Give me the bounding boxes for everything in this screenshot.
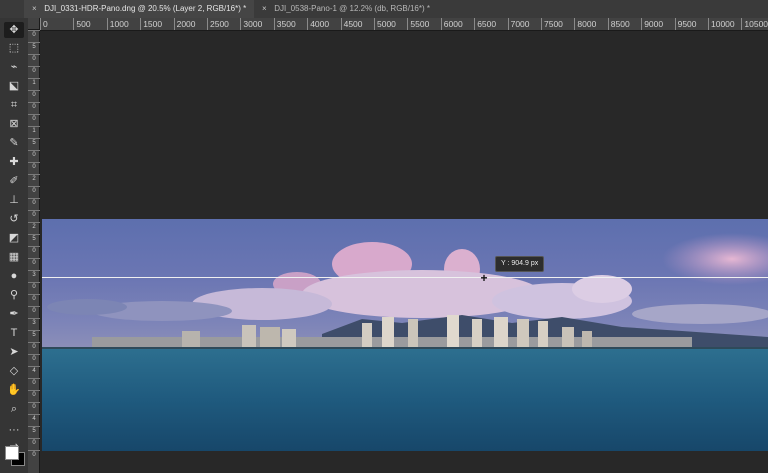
ruler-tick-label: 3: [28, 318, 40, 327]
ruler-tick-label: 0: [28, 90, 40, 99]
zoom-tool-icon[interactable]: ⌕: [4, 401, 24, 417]
ruler-tick-label: 0: [28, 66, 40, 75]
move-tool-icon[interactable]: ✥: [4, 22, 24, 38]
ruler-tick-label: 2: [28, 222, 40, 231]
ruler-tick-label: 0: [28, 390, 40, 399]
ruler-tick-label: 8000: [574, 18, 596, 30]
ruler-tick-label: 7500: [541, 18, 563, 30]
move-cursor-icon: +: [480, 271, 488, 285]
panorama-image[interactable]: [42, 219, 768, 451]
ruler-tick-label: 9000: [641, 18, 663, 30]
ruler-tick-label: 0: [28, 246, 40, 255]
horizontal-ruler[interactable]: 0 500 1000 1500 2000 2500 3000 3500 4000 4500 5000…: [40, 18, 768, 31]
eyedropper-tool-icon[interactable]: ✎: [4, 135, 24, 151]
ruler-tick-label: 0: [28, 402, 40, 411]
ruler-tick-label: 0: [28, 198, 40, 207]
crop-tool-icon[interactable]: ⌗: [4, 97, 24, 113]
ruler-tick-label: 1000: [106, 18, 129, 30]
ruler-tick-label: 4000: [307, 18, 329, 30]
ruler-tick-label: 0: [40, 18, 48, 30]
ruler-tick-label: 2000: [173, 18, 196, 30]
tools-panel: ✥⬚⌁⬕⌗⊠✎✚✐⊥↺◩▦●⚲✒T➤◇✋⌕···⇄: [0, 18, 29, 473]
document-tab-bar: × DJI_0331-HDR-Pano.dng @ 20.5% (Layer 2…: [0, 0, 768, 19]
foreground-color-swatch[interactable]: [5, 446, 19, 460]
ruler-tick-label: 0: [28, 306, 40, 315]
tab-label: DJI_0331-HDR-Pano.dng @ 20.5% (Layer 2, …: [44, 4, 247, 13]
type-tool-icon[interactable]: T: [4, 325, 24, 341]
ruler-tick-label: 0: [28, 354, 40, 363]
ruler-tick-label: 0: [28, 258, 40, 267]
ruler-tick-label: 0: [28, 342, 40, 351]
ruler-tick-label: 0: [28, 378, 40, 387]
ruler-tick-label: 8500: [607, 18, 630, 30]
ruler-tick-label: 0: [28, 162, 40, 171]
ruler-tick-label: 0: [28, 282, 40, 291]
ruler-tick-label: 7000: [507, 18, 530, 30]
ruler-tick-label: 0: [28, 114, 40, 123]
ruler-tick-label: 0: [28, 450, 40, 459]
ruler-tick-label: 5: [28, 138, 40, 147]
more-tools-icon[interactable]: ···: [4, 422, 24, 438]
shape-tool-icon[interactable]: ◇: [4, 363, 24, 379]
frame-tool-icon[interactable]: ⊠: [4, 116, 24, 132]
ruler-tick-label: 0: [28, 438, 40, 447]
ruler-tick-label: 1: [28, 126, 40, 135]
ruler-tick-label: 2500: [207, 18, 229, 30]
vertical-ruler[interactable]: 0 5 0 0 1 0 0 0 1 5 0 0 2 0 0 0 2 5 0 0 3 0 0 0 3 5 0 0 4 0 0 0 4 5 0 0: [28, 30, 40, 473]
panorama-photo: [42, 219, 768, 451]
guide-position-tooltip: Y : 904.9 px: [495, 256, 545, 272]
pen-tool-icon[interactable]: ✒: [4, 306, 24, 322]
horizontal-guide-line[interactable]: [42, 277, 768, 278]
ruler-tick-label: 10500: [741, 18, 768, 30]
blur-tool-icon[interactable]: ●: [4, 268, 24, 284]
ruler-tick-label: 5000: [374, 18, 396, 30]
lasso-tool-icon[interactable]: ⌁: [4, 59, 24, 75]
brush-tool-icon[interactable]: ✐: [4, 173, 24, 189]
stamp-tool-icon[interactable]: ⊥: [4, 192, 24, 208]
tab-dji-0331-hdr-pano[interactable]: × DJI_0331-HDR-Pano.dng @ 20.5% (Layer 2…: [24, 0, 254, 18]
ruler-tick-label: 6000: [440, 18, 463, 30]
object-select-tool-icon[interactable]: ⬕: [4, 78, 24, 94]
tab-close-icon[interactable]: ×: [262, 0, 272, 18]
ruler-tick-label: 0: [28, 210, 40, 219]
ruler-tick-label: 5500: [407, 18, 429, 30]
tab-close-icon[interactable]: ×: [32, 0, 42, 18]
ruler-tick-label: 0: [28, 102, 40, 111]
ruler-tick-label: 5: [28, 330, 40, 339]
ruler-tick-label: 4: [28, 366, 40, 375]
path-select-tool-icon[interactable]: ➤: [4, 344, 24, 360]
ruler-tick-label: 3000: [240, 18, 262, 30]
ruler-tick-label: 2: [28, 174, 40, 183]
hand-tool-icon[interactable]: ✋: [4, 382, 24, 398]
ruler-tick-label: 10000: [708, 18, 735, 30]
gradient-tool-icon[interactable]: ▦: [4, 249, 24, 265]
ruler-tick-label: 0: [28, 186, 40, 195]
ruler-tick-label: 3: [28, 270, 40, 279]
canvas-pasteboard-bottom[interactable]: [42, 451, 768, 473]
ruler-tick-label: 5: [28, 426, 40, 435]
ruler-tick-label: 3500: [273, 18, 296, 30]
ruler-tick-label: 500: [73, 18, 91, 30]
ruler-tick-label: 5: [28, 42, 40, 51]
ruler-tick-label: 0: [28, 30, 40, 39]
tab-label: DJI_0538-Pano-1 @ 12.2% (db, RGB/16*) *: [274, 4, 430, 13]
ruler-tick-label: 1500: [140, 18, 162, 30]
ruler-tick-label: 0: [28, 150, 40, 159]
ruler-tick-label: 6500: [474, 18, 496, 30]
ruler-tick-label: 1: [28, 78, 40, 87]
marquee-tool-icon[interactable]: ⬚: [4, 40, 24, 56]
ruler-tick-label: 5: [28, 234, 40, 243]
ruler-origin[interactable]: [28, 18, 40, 30]
ruler-tick-label: 0: [28, 54, 40, 63]
tab-dji-0538-pano-1[interactable]: × DJI_0538-Pano-1 @ 12.2% (db, RGB/16*) …: [254, 0, 454, 18]
dodge-tool-icon[interactable]: ⚲: [4, 287, 24, 303]
eraser-tool-icon[interactable]: ◩: [4, 230, 24, 246]
ruler-tick-label: 9500: [674, 18, 697, 30]
ruler-tick-label: 4500: [340, 18, 363, 30]
ruler-tick-label: 0: [28, 294, 40, 303]
history-brush-tool-icon[interactable]: ↺: [4, 211, 24, 227]
ruler-tick-label: 4: [28, 414, 40, 423]
healing-brush-tool-icon[interactable]: ✚: [4, 154, 24, 170]
